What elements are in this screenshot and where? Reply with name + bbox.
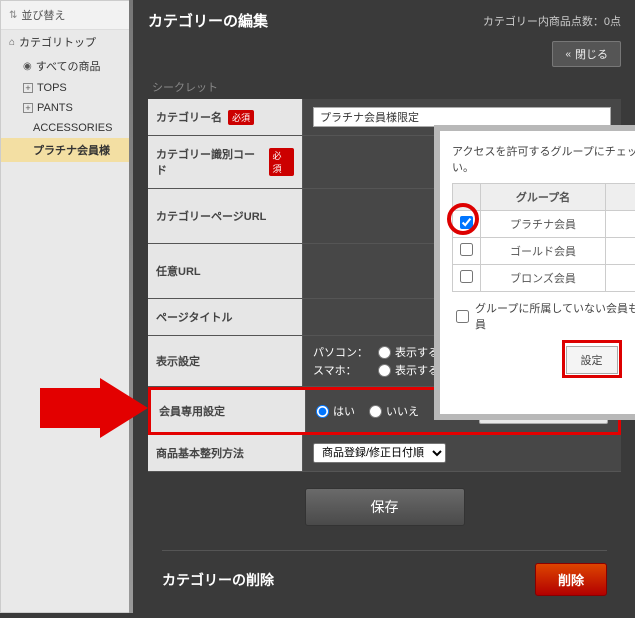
pc-show-radio[interactable]: 表示する — [378, 344, 439, 360]
tree-label: PANTS — [37, 102, 73, 114]
table-header-row: グループ名 グループ参照 — [453, 184, 635, 211]
label: ページタイトル — [156, 309, 233, 325]
all-label: グループに所属していない会員も含めて、全ての会員 — [475, 300, 635, 332]
tree-label: プラチナ会員様 — [33, 142, 110, 158]
cell-ref: 一般会員 — [606, 265, 635, 292]
label-cell: 表示設定 — [148, 336, 303, 386]
delete-button[interactable]: 削除 — [535, 563, 607, 596]
label: カテゴリー名 — [156, 109, 222, 125]
cell-name: ゴールド会員 — [481, 238, 606, 265]
label: 商品基本整列方法 — [156, 445, 244, 461]
annotation-arrow — [40, 378, 150, 438]
label-cell: カテゴリーページURL — [148, 189, 303, 243]
page-title: カテゴリーの編集 — [148, 10, 268, 31]
tree-top-label: カテゴリトップ — [19, 34, 96, 50]
row-sort-method: 商品基本整列方法 商品登録/修正日付順 — [148, 435, 621, 472]
tree-all[interactable]: ◉ すべての商品 — [1, 54, 129, 78]
expand-icon[interactable]: + — [23, 83, 33, 93]
required-badge: 必須 — [228, 110, 254, 125]
pc-label: パソコン： — [313, 344, 368, 360]
secret-label: シークレット — [148, 73, 621, 99]
sort-button[interactable]: ⇅ 並び替え — [1, 1, 129, 30]
chevron-left-icon: « — [565, 49, 571, 60]
group-checkbox[interactable] — [460, 243, 473, 256]
sort-select[interactable]: 商品登録/修正日付順 — [313, 443, 446, 463]
set-button[interactable]: 設定 — [566, 346, 618, 374]
delete-section: カテゴリーの削除 削除 — [162, 550, 607, 596]
group-checkbox[interactable] — [460, 270, 473, 283]
table-row: プラチナ会員 プラチナ会員 — [453, 211, 635, 238]
tree-top[interactable]: ⌂ カテゴリトップ — [1, 30, 129, 54]
category-tree: ⌂ カテゴリトップ ◉ すべての商品 + TOPS + PANTS ACCESS… — [1, 30, 129, 162]
label-cell: カテゴリー識別コード 必須 — [148, 136, 303, 188]
sort-icon: ⇅ — [9, 10, 17, 21]
table-row: ブロンズ会員 一般会員 — [453, 265, 635, 292]
th-ref: グループ参照 — [606, 184, 635, 211]
cell-ref: ゴールド会員 — [606, 238, 635, 265]
label-cell: ページタイトル — [148, 299, 303, 335]
tree-all-label: すべての商品 — [36, 58, 101, 74]
tree-label: TOPS — [37, 82, 67, 94]
label-cell: カテゴリー名 必須 — [148, 99, 303, 135]
header: カテゴリーの編集 カテゴリー内商品点数：0点 — [134, 0, 635, 41]
member-yes-radio[interactable]: はい — [316, 403, 355, 419]
popup-text: アクセスを許可するグループにチェックを入れてください。 — [452, 143, 635, 175]
close-label: 閉じる — [575, 46, 608, 62]
expand-icon[interactable]: + — [23, 103, 33, 113]
group-table: グループ名 グループ参照 プラチナ会員 プラチナ会員 ゴールド会員 ゴールド会員… — [452, 183, 635, 292]
save-button[interactable]: 保存 — [305, 488, 465, 526]
value-cell: 商品登録/修正日付順 — [303, 435, 621, 471]
cell-name: プラチナ会員 — [481, 211, 606, 238]
label-cell: 商品基本整列方法 — [148, 435, 303, 471]
splitter[interactable] — [129, 0, 133, 613]
circle-icon: ◉ — [23, 61, 32, 72]
sidebar: ⇅ 並び替え ⌂ カテゴリトップ ◉ すべての商品 + TOPS + PANTS… — [0, 0, 130, 613]
label: カテゴリーページURL — [156, 208, 266, 224]
tree-item-tops[interactable]: + TOPS — [1, 78, 129, 98]
close-button[interactable]: « 閉じる — [552, 41, 621, 67]
annotation-box: 設定 — [562, 340, 622, 378]
delete-heading: カテゴリーの削除 — [162, 570, 274, 590]
group-popup: アクセスを許可するグループにチェックを入れてください。 グループ名 グループ参照… — [434, 125, 635, 420]
tree-label: ACCESSORIES — [33, 122, 112, 134]
table-row: ゴールド会員 ゴールド会員 — [453, 238, 635, 265]
label: 任意URL — [156, 263, 201, 279]
cell-name: ブロンズ会員 — [481, 265, 606, 292]
category-name-input[interactable] — [313, 107, 611, 127]
item-count: カテゴリー内商品点数：0点 — [483, 13, 621, 29]
th-name: グループ名 — [481, 184, 606, 211]
member-no-radio[interactable]: いいえ — [369, 403, 419, 419]
tree-item-platinum[interactable]: プラチナ会員様 — [1, 138, 129, 162]
main-panel: カテゴリーの編集 カテゴリー内商品点数：0点 « 閉じる シークレット カテゴリ… — [134, 0, 635, 613]
label: 表示設定 — [156, 353, 200, 369]
tree-item-pants[interactable]: + PANTS — [1, 98, 129, 118]
all-members-checkbox[interactable]: グループに所属していない会員も含めて、全ての会員 — [452, 292, 635, 340]
annotation-circle — [447, 203, 479, 235]
tree-item-accessories[interactable]: ACCESSORIES — [1, 118, 129, 138]
sp-show-radio[interactable]: 表示する — [378, 362, 439, 378]
cell-ref: プラチナ会員 — [606, 211, 635, 238]
label-cell: 会員専用設定 — [151, 390, 306, 432]
home-icon: ⌂ — [9, 37, 15, 48]
sp-label: スマホ： — [313, 362, 368, 378]
sort-label: 並び替え — [21, 7, 65, 23]
label: カテゴリー識別コード — [156, 146, 263, 178]
required-badge: 必須 — [269, 148, 294, 176]
label-cell: 任意URL — [148, 244, 303, 298]
label: 会員専用設定 — [159, 403, 225, 419]
